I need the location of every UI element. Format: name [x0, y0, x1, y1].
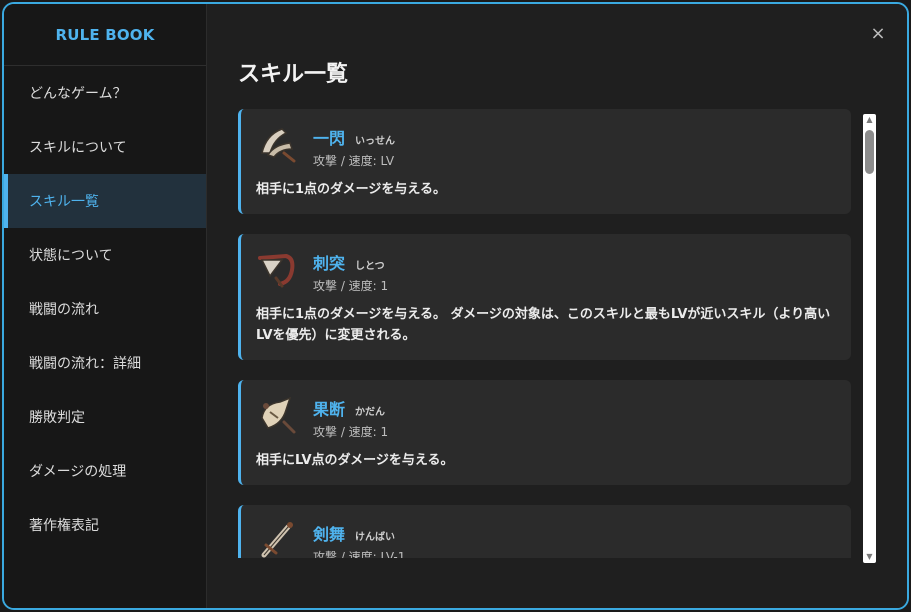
- sidebar-item-about-status[interactable]: 状態について: [4, 228, 206, 282]
- sidebar-item-about-game[interactable]: どんなゲーム？: [4, 66, 206, 120]
- sidebar-item-copyright[interactable]: 著作権表記: [4, 498, 206, 552]
- skill-meta: 攻撃 / 速度: LV: [313, 154, 395, 168]
- skill-name: 果断: [313, 400, 346, 419]
- skill-card: 刺突 しとつ 攻撃 / 速度: 1 相手に1点のダメージを与える。 ダメージの対…: [238, 234, 851, 360]
- skill-card: 剣舞 けんばい 攻撃 / 速度: LV-1: [238, 505, 851, 558]
- skill-reading: いっせん: [355, 136, 396, 147]
- sidebar-item-damage-processing[interactable]: ダメージの処理: [4, 444, 206, 498]
- close-button[interactable]: ×: [867, 22, 889, 44]
- sidebar: RULE BOOK どんなゲーム？ スキルについて スキル一覧 状態について 戦…: [4, 4, 207, 608]
- scrollbar[interactable]: ▲ ▼: [863, 114, 876, 563]
- skill-meta: 攻撃 / 速度: 1: [313, 425, 389, 439]
- scroll-up-arrow-icon[interactable]: ▲: [863, 114, 876, 126]
- skill-reading: かだん: [355, 407, 386, 418]
- skill-description: 相手に1点のダメージを与える。: [256, 182, 447, 197]
- page-title: スキル一覧: [238, 62, 349, 87]
- scroll-thumb[interactable]: [865, 130, 874, 174]
- sidebar-item-about-skills[interactable]: スキルについて: [4, 120, 206, 174]
- skill-description: 相手に1点のダメージを与える。 ダメージの対象は、このスキルと最もLVが近いスキ…: [256, 307, 831, 343]
- skill-card: 果断 かだん 攻撃 / 速度: 1 相手にLV点のダメージを与える。: [238, 380, 851, 485]
- skill-name: 剣舞: [313, 525, 346, 544]
- skill-description: 相手にLV点のダメージを与える。: [256, 453, 454, 468]
- main-panel: × スキル一覧 一閃 いっせん 攻撃 / 速度: LV 相手に1点のダメージを与…: [207, 4, 907, 608]
- skill-meta: 攻撃 / 速度: LV-1: [313, 550, 406, 558]
- blade-slash-icon: [261, 128, 296, 163]
- sidebar-item-victory-judgement[interactable]: 勝敗判定: [4, 390, 206, 444]
- skill-list: 一閃 いっせん 攻撃 / 速度: LV 相手に1点のダメージを与える。 刺突 し…: [238, 109, 853, 558]
- sidebar-item-battle-flow-detail[interactable]: 戦闘の流れ：詳細: [4, 336, 206, 390]
- close-icon: ×: [870, 22, 886, 44]
- decisive-strike-icon: [261, 396, 296, 434]
- sidebar-item-skill-list[interactable]: スキル一覧: [4, 174, 206, 228]
- sidebar-item-battle-flow[interactable]: 戦闘の流れ: [4, 282, 206, 336]
- skill-name: 一閃: [313, 129, 346, 148]
- skill-name: 刺突: [313, 254, 346, 273]
- skill-reading: しとつ: [355, 261, 385, 272]
- skill-reading: けんばい: [355, 532, 396, 543]
- rulebook-window: RULE BOOK どんなゲーム？ スキルについて スキル一覧 状態について 戦…: [2, 2, 909, 610]
- sword-dance-icon: [261, 522, 293, 558]
- skill-card: 一閃 いっせん 攻撃 / 速度: LV 相手に1点のダメージを与える。: [238, 109, 851, 214]
- scroll-down-arrow-icon[interactable]: ▼: [863, 551, 876, 563]
- skill-meta: 攻撃 / 速度: 1: [313, 279, 389, 293]
- brand-title: RULE BOOK: [55, 25, 155, 44]
- thrust-icon: [258, 253, 295, 288]
- sidebar-header: RULE BOOK: [4, 4, 206, 66]
